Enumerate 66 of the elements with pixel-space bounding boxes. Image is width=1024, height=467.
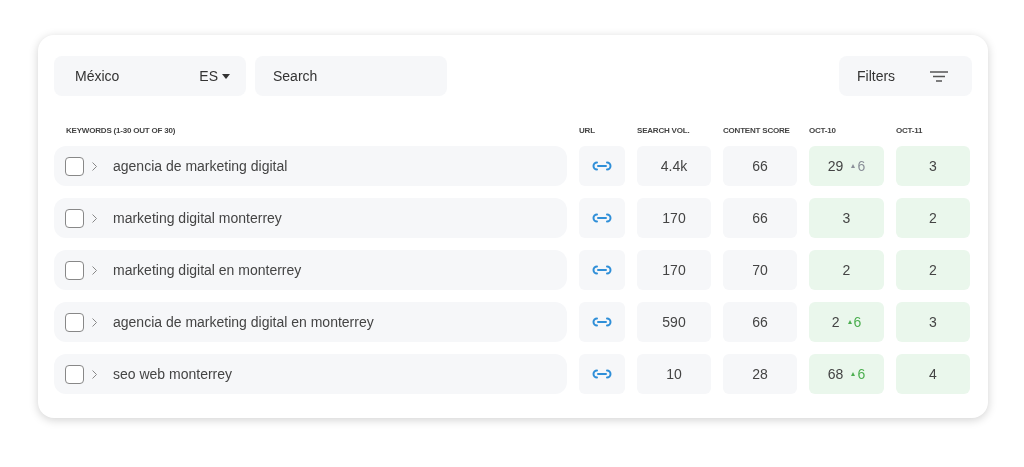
chevron-right-icon[interactable] — [92, 213, 97, 223]
caret-icon — [222, 73, 230, 79]
search-field[interactable]: Search — [255, 56, 447, 96]
rank-cell: 3 — [896, 302, 970, 342]
chevron-right-icon[interactable] — [92, 369, 97, 379]
country-label: México — [75, 66, 120, 86]
column-header: OCT-10 — [809, 126, 836, 135]
url-cell[interactable] — [579, 250, 625, 290]
chevron-right-icon[interactable] — [92, 161, 97, 171]
content-score-cell: 66 — [723, 198, 797, 238]
language-label: ES — [199, 66, 218, 86]
column-header: SEARCH VOL. — [637, 126, 690, 135]
link-icon — [592, 161, 612, 171]
search-volume-cell: 170 — [637, 250, 711, 290]
search-volume-cell: 590 — [637, 302, 711, 342]
column-header: KEYWORDS (1-30 OUT OF 30) — [66, 126, 176, 135]
column-header: URL — [579, 126, 595, 135]
link-icon — [592, 213, 612, 223]
rank-change: 6 — [853, 312, 862, 332]
link-icon — [592, 317, 612, 327]
rank-value: 2 — [842, 260, 851, 280]
keyword-text: agencia de marketing digital — [113, 156, 288, 176]
rank-cell: 2 — [896, 198, 970, 238]
checkbox[interactable] — [65, 364, 84, 384]
checkbox[interactable] — [65, 208, 84, 228]
keyword-cell[interactable]: seo web monterrey — [54, 354, 567, 394]
checkbox[interactable] — [65, 312, 84, 332]
content-score-cell: 66 — [723, 302, 797, 342]
chevron-right-icon[interactable] — [92, 265, 97, 275]
chevron-right-icon[interactable] — [92, 317, 97, 327]
keyword-cell[interactable]: marketing digital en monterrey — [54, 250, 567, 290]
url-cell[interactable] — [579, 146, 625, 186]
content-score-cell: 70 — [723, 250, 797, 290]
rank-value: 2 — [831, 312, 840, 332]
keyword-cell[interactable]: agencia de marketing digital — [54, 146, 567, 186]
link-icon — [592, 265, 612, 275]
keyword-text: marketing digital monterrey — [113, 208, 282, 228]
keyword-text: marketing digital en monterrey — [113, 260, 302, 280]
keyword-text: seo web monterrey — [113, 364, 233, 384]
filter-icon — [930, 70, 948, 82]
keyword-text: agencia de marketing digital en monterrey — [113, 312, 374, 332]
rank-value: 29 — [827, 156, 844, 176]
url-cell[interactable] — [579, 198, 625, 238]
column-header: OCT-11 — [896, 126, 923, 135]
content-score-cell: 28 — [723, 354, 797, 394]
search-volume-cell: 10 — [637, 354, 711, 394]
rank-value: 3 — [842, 208, 851, 228]
rank-change: 6 — [857, 156, 866, 176]
url-cell[interactable] — [579, 302, 625, 342]
search-volume-cell: 170 — [637, 198, 711, 238]
rank-cell: 3 — [896, 146, 970, 186]
rank-change: 6 — [857, 364, 866, 384]
keyword-cell[interactable]: marketing digital monterrey — [54, 198, 567, 238]
keyword-cell[interactable]: agencia de marketing digital en monterrey — [54, 302, 567, 342]
filters-button[interactable]: Filters — [839, 56, 972, 96]
search-volume-cell: 4.4k — [637, 146, 711, 186]
checkbox[interactable] — [65, 260, 84, 280]
url-cell[interactable] — [579, 354, 625, 394]
content-score-cell: 66 — [723, 146, 797, 186]
rank-cell: 4 — [896, 354, 970, 394]
rank-value: 68 — [827, 364, 844, 384]
column-header: CONTENT SCORE — [723, 126, 790, 135]
checkbox[interactable] — [65, 156, 84, 176]
link-icon — [592, 369, 612, 379]
country-dropdown[interactable]: México ES — [54, 56, 246, 96]
rank-cell: 2 — [896, 250, 970, 290]
